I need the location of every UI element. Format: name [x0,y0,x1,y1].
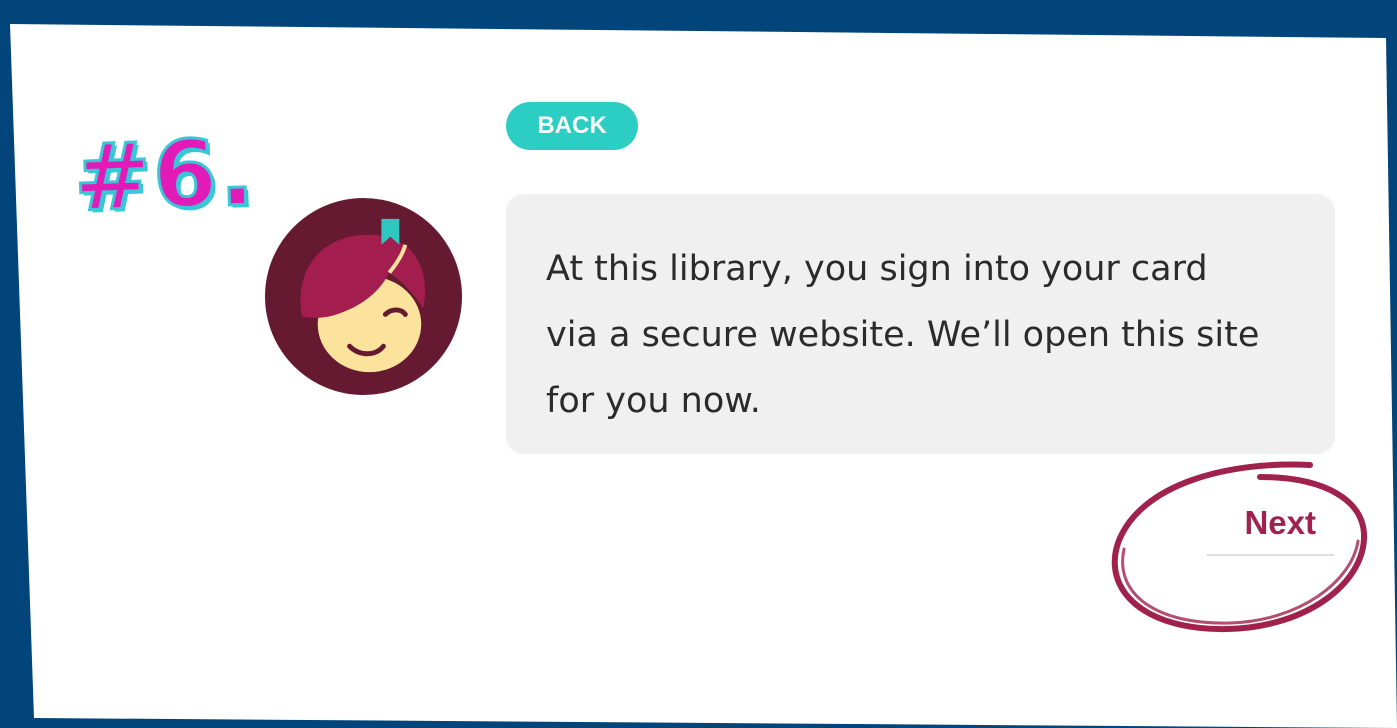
next-button[interactable]: Next [1207,500,1334,556]
message-bubble: At this library, you sign into your card… [506,194,1335,454]
message-line-2: via a secure website. We’ll open this si… [546,315,1260,355]
message-line-1: At this library, you sign into your card [546,249,1208,289]
back-button[interactable]: BACK [506,102,638,150]
step-number-label: #6. [71,117,260,233]
libby-avatar-icon [264,197,463,396]
message-line-3: for you now. [546,381,761,421]
